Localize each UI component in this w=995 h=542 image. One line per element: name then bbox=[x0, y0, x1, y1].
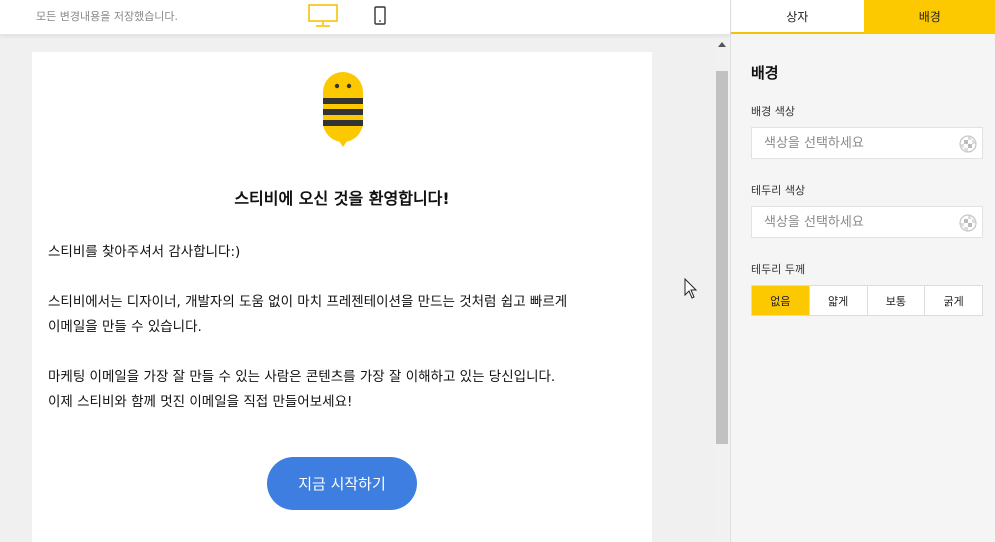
desktop-monitor-icon bbox=[308, 4, 338, 27]
email-paragraph: 스티비를 찾아주셔서 감사합니다:) bbox=[48, 244, 241, 260]
thickness-thick-button[interactable]: 굵게 bbox=[924, 286, 982, 315]
mobile-phone-icon bbox=[374, 6, 386, 25]
thickness-none-button[interactable]: 없음 bbox=[752, 286, 809, 315]
desktop-view-button[interactable] bbox=[307, 3, 339, 29]
email-paragraph: 스티비에서는 디자이너, 개발자의 도움 없이 마치 프레젠테이션을 만드는 것… bbox=[48, 294, 568, 335]
panel-heading: 배경 bbox=[751, 64, 779, 82]
tab-box[interactable]: 상자 bbox=[731, 0, 864, 34]
tab-background[interactable]: 배경 bbox=[863, 0, 995, 34]
save-status-text: 모든 변경내용을 저장했습니다. bbox=[36, 10, 179, 23]
email-paragraph: 마케팅 이메일을 가장 잘 만들 수 있는 사람은 콘텐츠를 가장 잘 이해하고… bbox=[48, 369, 556, 410]
color-palette-icon[interactable] bbox=[959, 214, 977, 232]
email-title: 스티비에 오신 것을 환영합니다! bbox=[234, 189, 450, 208]
mobile-view-button[interactable] bbox=[372, 5, 388, 27]
email-body: 스티비를 찾아주셔서 감사합니다:) 스티비에서는 디자이너, 개발자의 도움 … bbox=[48, 240, 648, 440]
scroll-thumb[interactable] bbox=[716, 71, 728, 444]
thickness-normal-button[interactable]: 보통 bbox=[866, 286, 925, 315]
email-canvas: 스티비에 오신 것을 환영합니다! 스티비를 찾아주셔서 감사합니다:) 스티비… bbox=[0, 35, 714, 542]
background-color-input[interactable] bbox=[762, 135, 956, 152]
background-color-field[interactable] bbox=[751, 127, 983, 159]
border-thickness-segmented: 없음 얇게 보통 굵게 bbox=[751, 285, 983, 316]
thickness-thin-button[interactable]: 얇게 bbox=[808, 286, 867, 315]
canvas-scrollbar[interactable] bbox=[714, 35, 730, 542]
style-panel: 상자 배경 배경 배경 색상 테두리 색상 테두리 두께 bbox=[730, 0, 995, 542]
color-palette-icon[interactable] bbox=[959, 135, 977, 153]
border-color-label: 테두리 색상 bbox=[751, 184, 806, 197]
mouse-pointer-icon bbox=[684, 278, 698, 299]
background-color-label: 배경 색상 bbox=[751, 105, 795, 118]
scroll-up-arrow-icon[interactable] bbox=[714, 35, 730, 53]
stibee-bee-logo bbox=[323, 72, 363, 147]
email-preview[interactable]: 스티비에 오신 것을 환영합니다! 스티비를 찾아주셔서 감사합니다:) 스티비… bbox=[32, 52, 652, 542]
start-now-button[interactable]: 지금 시작하기 bbox=[267, 457, 417, 510]
panel-tabs: 상자 배경 bbox=[731, 0, 995, 34]
border-thickness-label: 테두리 두께 bbox=[751, 263, 806, 276]
editor-toolbar: 모든 변경내용을 저장했습니다. bbox=[0, 0, 730, 35]
border-color-input[interactable] bbox=[762, 214, 956, 231]
border-color-field[interactable] bbox=[751, 206, 983, 238]
